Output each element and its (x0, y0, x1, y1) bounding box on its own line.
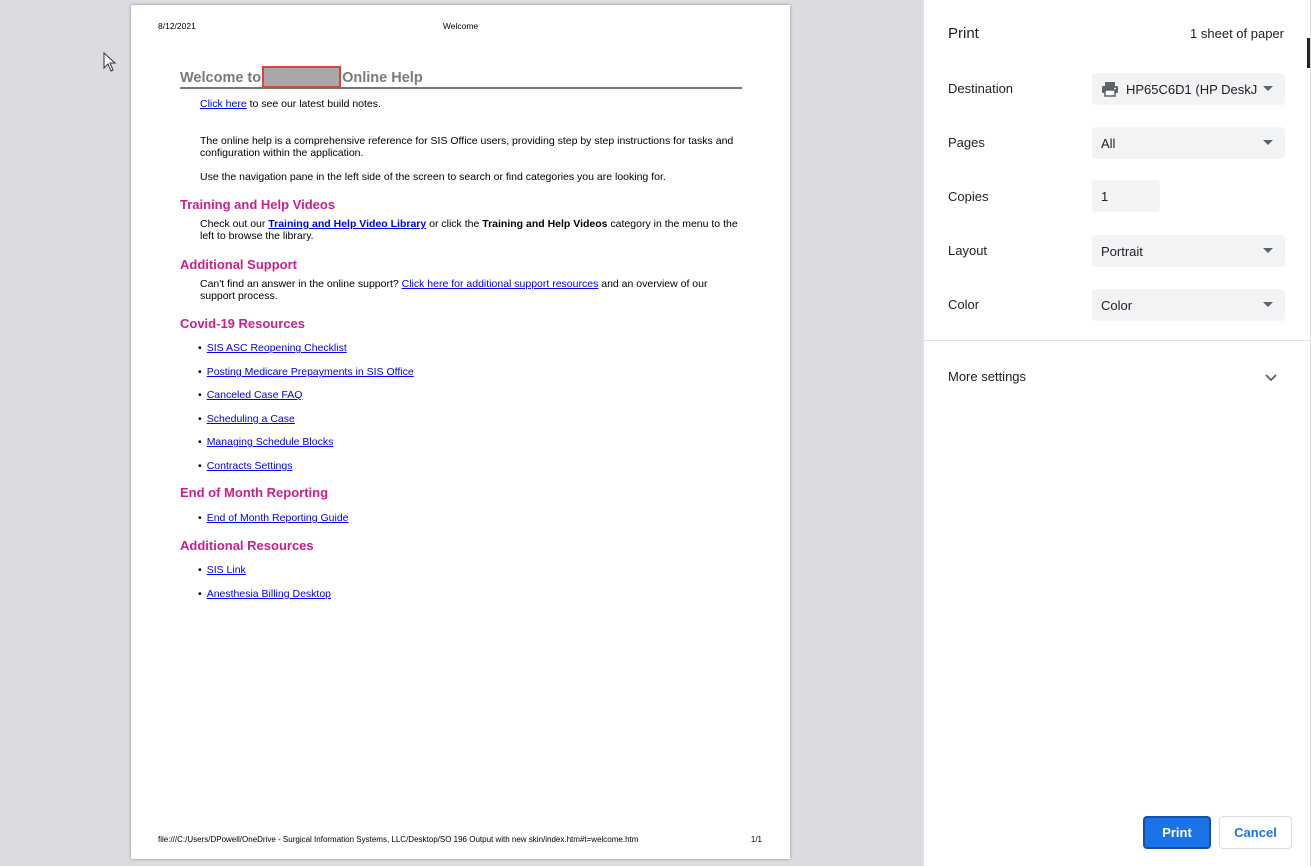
resources-heading: Additional Resources (180, 538, 314, 553)
welcome-suffix: Online Help (342, 69, 423, 86)
support-text-a: Can't find an answer in the online suppo… (200, 278, 402, 290)
printer-icon (1102, 82, 1118, 97)
dropdown-caret-icon (1263, 248, 1273, 253)
covid-link[interactable]: Canceled Case FAQ (207, 389, 303, 401)
support-heading: Additional Support (180, 257, 297, 272)
cursor-arrow-icon (103, 52, 117, 72)
eom-heading: End of Month Reporting (180, 485, 329, 500)
build-notes-text: to see our latest build notes. (246, 98, 381, 110)
layout-value: Portrait (1101, 243, 1143, 259)
build-notes-line: Click here to see our latest build notes… (200, 98, 745, 110)
preview-page[interactable]: 8/12/2021 Welcome Welcome to Online Help… (131, 5, 790, 859)
welcome-heading: Welcome to Online Help (180, 65, 742, 89)
covid-heading: Covid-19 Resources (180, 316, 305, 331)
list-item: Canceled Case FAQ (198, 389, 303, 401)
destination-select[interactable]: HP65C6D1 (HP DeskJ (1092, 73, 1285, 105)
pages-select[interactable]: All (1092, 127, 1285, 159)
training-bold-text: Training and Help Videos (482, 218, 608, 230)
covid-link[interactable]: Managing Schedule Blocks (207, 436, 334, 448)
list-item: Posting Medicare Prepayments in SIS Offi… (198, 366, 414, 378)
pages-value: All (1101, 135, 1116, 151)
covid-link[interactable]: Contracts Settings (207, 460, 293, 472)
eom-link[interactable]: End of Month Reporting Guide (207, 512, 349, 524)
resource-link[interactable]: Anesthesia Billing Desktop (207, 588, 331, 600)
intro-paragraph-2: Use the navigation pane in the left side… (200, 171, 666, 183)
covid-link[interactable]: Scheduling a Case (207, 413, 295, 425)
support-paragraph: Can't find an answer in the online suppo… (200, 278, 745, 302)
print-button[interactable]: Print (1143, 816, 1211, 849)
copies-input[interactable] (1092, 180, 1160, 212)
chevron-down-icon (1265, 374, 1277, 382)
list-item: SIS Link (198, 564, 246, 576)
dropdown-caret-icon (1263, 86, 1273, 91)
welcome-prefix: Welcome to (180, 69, 262, 86)
print-title: Print (948, 25, 979, 42)
color-label: Color (948, 297, 980, 312)
more-settings-label: More settings (948, 369, 1027, 384)
destination-label: Destination (948, 81, 1014, 96)
dropdown-caret-icon (1263, 140, 1273, 145)
list-item: Scheduling a Case (198, 413, 295, 425)
pages-label: Pages (948, 135, 985, 150)
resource-link[interactable]: SIS Link (207, 564, 246, 576)
print-preview-area: 8/12/2021 Welcome Welcome to Online Help… (0, 0, 923, 866)
page-footer-path: file:///C:/Users/DPowell/OneDrive - Surg… (158, 835, 639, 844)
list-item: Managing Schedule Blocks (198, 436, 334, 448)
list-item: Contracts Settings (198, 460, 293, 472)
training-text-b: or click the (426, 218, 483, 230)
build-notes-link[interactable]: Click here (200, 98, 247, 110)
list-item: SIS ASC Reopening Checklist (198, 342, 347, 354)
window-edge (1307, 38, 1310, 68)
training-paragraph: Check out our Training and Help Video Li… (200, 218, 745, 242)
print-settings-panel: Print 1 sheet of paper Destination HP65C… (923, 0, 1310, 866)
list-item: End of Month Reporting Guide (198, 512, 349, 524)
page-header-title: Welcome (442, 21, 479, 31)
covid-link[interactable]: Posting Medicare Prepayments in SIS Offi… (207, 366, 414, 378)
list-item: Anesthesia Billing Desktop (198, 588, 331, 600)
training-text-a: Check out our (200, 218, 269, 230)
intro-paragraph-1: The online help is a comprehensive refer… (200, 135, 734, 159)
sheet-count: 1 sheet of paper (1190, 26, 1284, 41)
more-settings-toggle[interactable]: More settings (924, 360, 1310, 394)
panel-divider (924, 340, 1310, 341)
covid-link[interactable]: SIS ASC Reopening Checklist (207, 342, 347, 354)
color-value: Color (1101, 297, 1133, 313)
support-resources-link[interactable]: Click here for additional support resour… (402, 278, 599, 290)
color-select[interactable]: Color (1092, 289, 1285, 321)
layout-label: Layout (948, 243, 988, 258)
redaction-box (262, 65, 342, 88)
layout-select[interactable]: Portrait (1092, 235, 1285, 267)
video-library-link[interactable]: Training and Help Video Library (268, 218, 426, 230)
cancel-button[interactable]: Cancel (1219, 816, 1292, 849)
training-heading: Training and Help Videos (180, 197, 336, 212)
dropdown-caret-icon (1263, 302, 1273, 307)
copies-label: Copies (948, 189, 989, 204)
page-footer-number: 1/1 (750, 835, 762, 844)
destination-value: HP65C6D1 (HP DeskJ (1126, 81, 1258, 97)
